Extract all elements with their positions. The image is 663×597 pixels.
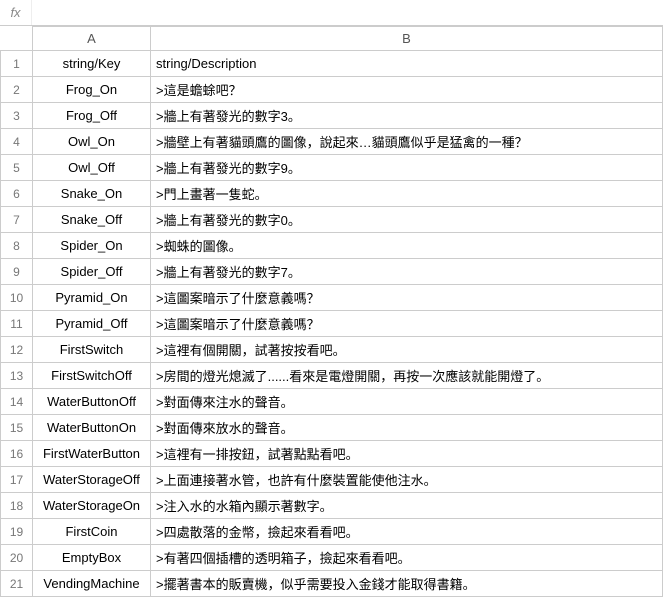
cell-description[interactable]: >有著四個插槽的透明箱子，撿起來看看吧。: [151, 545, 663, 571]
cell-description[interactable]: >蜘蛛的圖像。: [151, 233, 663, 259]
row-header[interactable]: 16: [1, 441, 33, 467]
table-row: 17WaterStorageOff>上面連接著水管，也許有什麼裝置能使他注水。: [1, 467, 663, 493]
cell-description[interactable]: >對面傳來注水的聲音。: [151, 389, 663, 415]
row-header[interactable]: 18: [1, 493, 33, 519]
row-header[interactable]: 2: [1, 77, 33, 103]
cell-key[interactable]: FirstSwitch: [33, 337, 151, 363]
cell-key[interactable]: Snake_On: [33, 181, 151, 207]
table-row: 19FirstCoin>四處散落的金幣，撿起來看看吧。: [1, 519, 663, 545]
table-row: 9Spider_Off>牆上有著發光的數字7。: [1, 259, 663, 285]
cell-key[interactable]: FirstSwitchOff: [33, 363, 151, 389]
table-row: 5Owl_Off>牆上有著發光的數字9。: [1, 155, 663, 181]
cell-description[interactable]: >牆上有著發光的數字0。: [151, 207, 663, 233]
cell-description[interactable]: >擺著書本的販賣機，似乎需要投入金錢才能取得書籍。: [151, 571, 663, 597]
cell-key[interactable]: Pyramid_On: [33, 285, 151, 311]
cell-description[interactable]: >房間的燈光熄滅了......看來是電燈開關，再按一次應該就能開燈了。: [151, 363, 663, 389]
row-header[interactable]: 9: [1, 259, 33, 285]
column-header-a[interactable]: A: [33, 27, 151, 51]
cell-key[interactable]: Pyramid_Off: [33, 311, 151, 337]
cell-description[interactable]: >牆上有著發光的數字3。: [151, 103, 663, 129]
cell-description[interactable]: >這裡有一排按鈕，試著點點看吧。: [151, 441, 663, 467]
table-row: 10Pyramid_On>這圖案暗示了什麼意義嗎？: [1, 285, 663, 311]
table-row: 14WaterButtonOff>對面傳來注水的聲音。: [1, 389, 663, 415]
table-row: 7Snake_Off>牆上有著發光的數字0。: [1, 207, 663, 233]
table-row: 6Snake_On>門上畫著一隻蛇。: [1, 181, 663, 207]
cell-key[interactable]: EmptyBox: [33, 545, 151, 571]
table-row: 18WaterStorageOn>注入水的水箱內顯示著數字。: [1, 493, 663, 519]
row-header[interactable]: 14: [1, 389, 33, 415]
row-header[interactable]: 1: [1, 51, 33, 77]
cell-description[interactable]: >這圖案暗示了什麼意義嗎？: [151, 285, 663, 311]
row-header[interactable]: 20: [1, 545, 33, 571]
row-header[interactable]: 8: [1, 233, 33, 259]
formula-bar[interactable]: fx: [0, 0, 663, 26]
table-row: 20EmptyBox>有著四個插槽的透明箱子，撿起來看看吧。: [1, 545, 663, 571]
cell-key[interactable]: Owl_Off: [33, 155, 151, 181]
cell-description[interactable]: >牆上有著發光的數字7。: [151, 259, 663, 285]
row-header[interactable]: 4: [1, 129, 33, 155]
cell-key[interactable]: Snake_Off: [33, 207, 151, 233]
table-row: 2Frog_On>這是蟾蜍吧？: [1, 77, 663, 103]
cell-description[interactable]: >對面傳來放水的聲音。: [151, 415, 663, 441]
table-row: 8Spider_On>蜘蛛的圖像。: [1, 233, 663, 259]
row-header[interactable]: 3: [1, 103, 33, 129]
cell-key[interactable]: WaterButtonOn: [33, 415, 151, 441]
table-row: 1string/Keystring/Description: [1, 51, 663, 77]
formula-input[interactable]: [32, 0, 663, 25]
row-header[interactable]: 21: [1, 571, 33, 597]
cell-key[interactable]: WaterStorageOff: [33, 467, 151, 493]
row-header[interactable]: 19: [1, 519, 33, 545]
cell-key[interactable]: string/Key: [33, 51, 151, 77]
cell-key[interactable]: WaterButtonOff: [33, 389, 151, 415]
row-header[interactable]: 7: [1, 207, 33, 233]
cell-key[interactable]: Spider_On: [33, 233, 151, 259]
row-header[interactable]: 6: [1, 181, 33, 207]
cell-key[interactable]: Frog_Off: [33, 103, 151, 129]
row-header[interactable]: 10: [1, 285, 33, 311]
table-row: 3Frog_Off>牆上有著發光的數字3。: [1, 103, 663, 129]
row-header[interactable]: 12: [1, 337, 33, 363]
select-all-corner[interactable]: [1, 27, 33, 51]
cell-key[interactable]: Spider_Off: [33, 259, 151, 285]
row-header[interactable]: 15: [1, 415, 33, 441]
cell-description[interactable]: >牆壁上有著貓頭鷹的圖像，說起來…貓頭鷹似乎是猛禽的一種？: [151, 129, 663, 155]
cell-description[interactable]: >上面連接著水管，也許有什麼裝置能使他注水。: [151, 467, 663, 493]
cell-description[interactable]: >這裡有個開關，試著按按看吧。: [151, 337, 663, 363]
cell-key[interactable]: Owl_On: [33, 129, 151, 155]
cell-description[interactable]: string/Description: [151, 51, 663, 77]
column-header-b[interactable]: B: [151, 27, 663, 51]
cell-key[interactable]: Frog_On: [33, 77, 151, 103]
cell-description[interactable]: >四處散落的金幣，撿起來看看吧。: [151, 519, 663, 545]
cell-description[interactable]: >這圖案暗示了什麼意義嗎？: [151, 311, 663, 337]
fx-icon: fx: [0, 0, 32, 25]
cell-description[interactable]: >注入水的水箱內顯示著數字。: [151, 493, 663, 519]
table-row: 13FirstSwitchOff>房間的燈光熄滅了......看來是電燈開關，再…: [1, 363, 663, 389]
spreadsheet-grid[interactable]: A B 1string/Keystring/Description2Frog_O…: [0, 26, 663, 597]
cell-key[interactable]: FirstCoin: [33, 519, 151, 545]
table-row: 12FirstSwitch>這裡有個開關，試著按按看吧。: [1, 337, 663, 363]
row-header[interactable]: 11: [1, 311, 33, 337]
row-header[interactable]: 13: [1, 363, 33, 389]
cell-description[interactable]: >牆上有著發光的數字9。: [151, 155, 663, 181]
cell-key[interactable]: FirstWaterButton: [33, 441, 151, 467]
table-row: 16FirstWaterButton>這裡有一排按鈕，試著點點看吧。: [1, 441, 663, 467]
table-row: 4Owl_On>牆壁上有著貓頭鷹的圖像，說起來…貓頭鷹似乎是猛禽的一種？: [1, 129, 663, 155]
cell-description[interactable]: >門上畫著一隻蛇。: [151, 181, 663, 207]
cell-key[interactable]: WaterStorageOn: [33, 493, 151, 519]
row-header[interactable]: 5: [1, 155, 33, 181]
cell-description[interactable]: >這是蟾蜍吧？: [151, 77, 663, 103]
table-row: 21VendingMachine>擺著書本的販賣機，似乎需要投入金錢才能取得書籍…: [1, 571, 663, 597]
table-row: 15WaterButtonOn>對面傳來放水的聲音。: [1, 415, 663, 441]
table-row: 11Pyramid_Off>這圖案暗示了什麼意義嗎？: [1, 311, 663, 337]
cell-key[interactable]: VendingMachine: [33, 571, 151, 597]
row-header[interactable]: 17: [1, 467, 33, 493]
